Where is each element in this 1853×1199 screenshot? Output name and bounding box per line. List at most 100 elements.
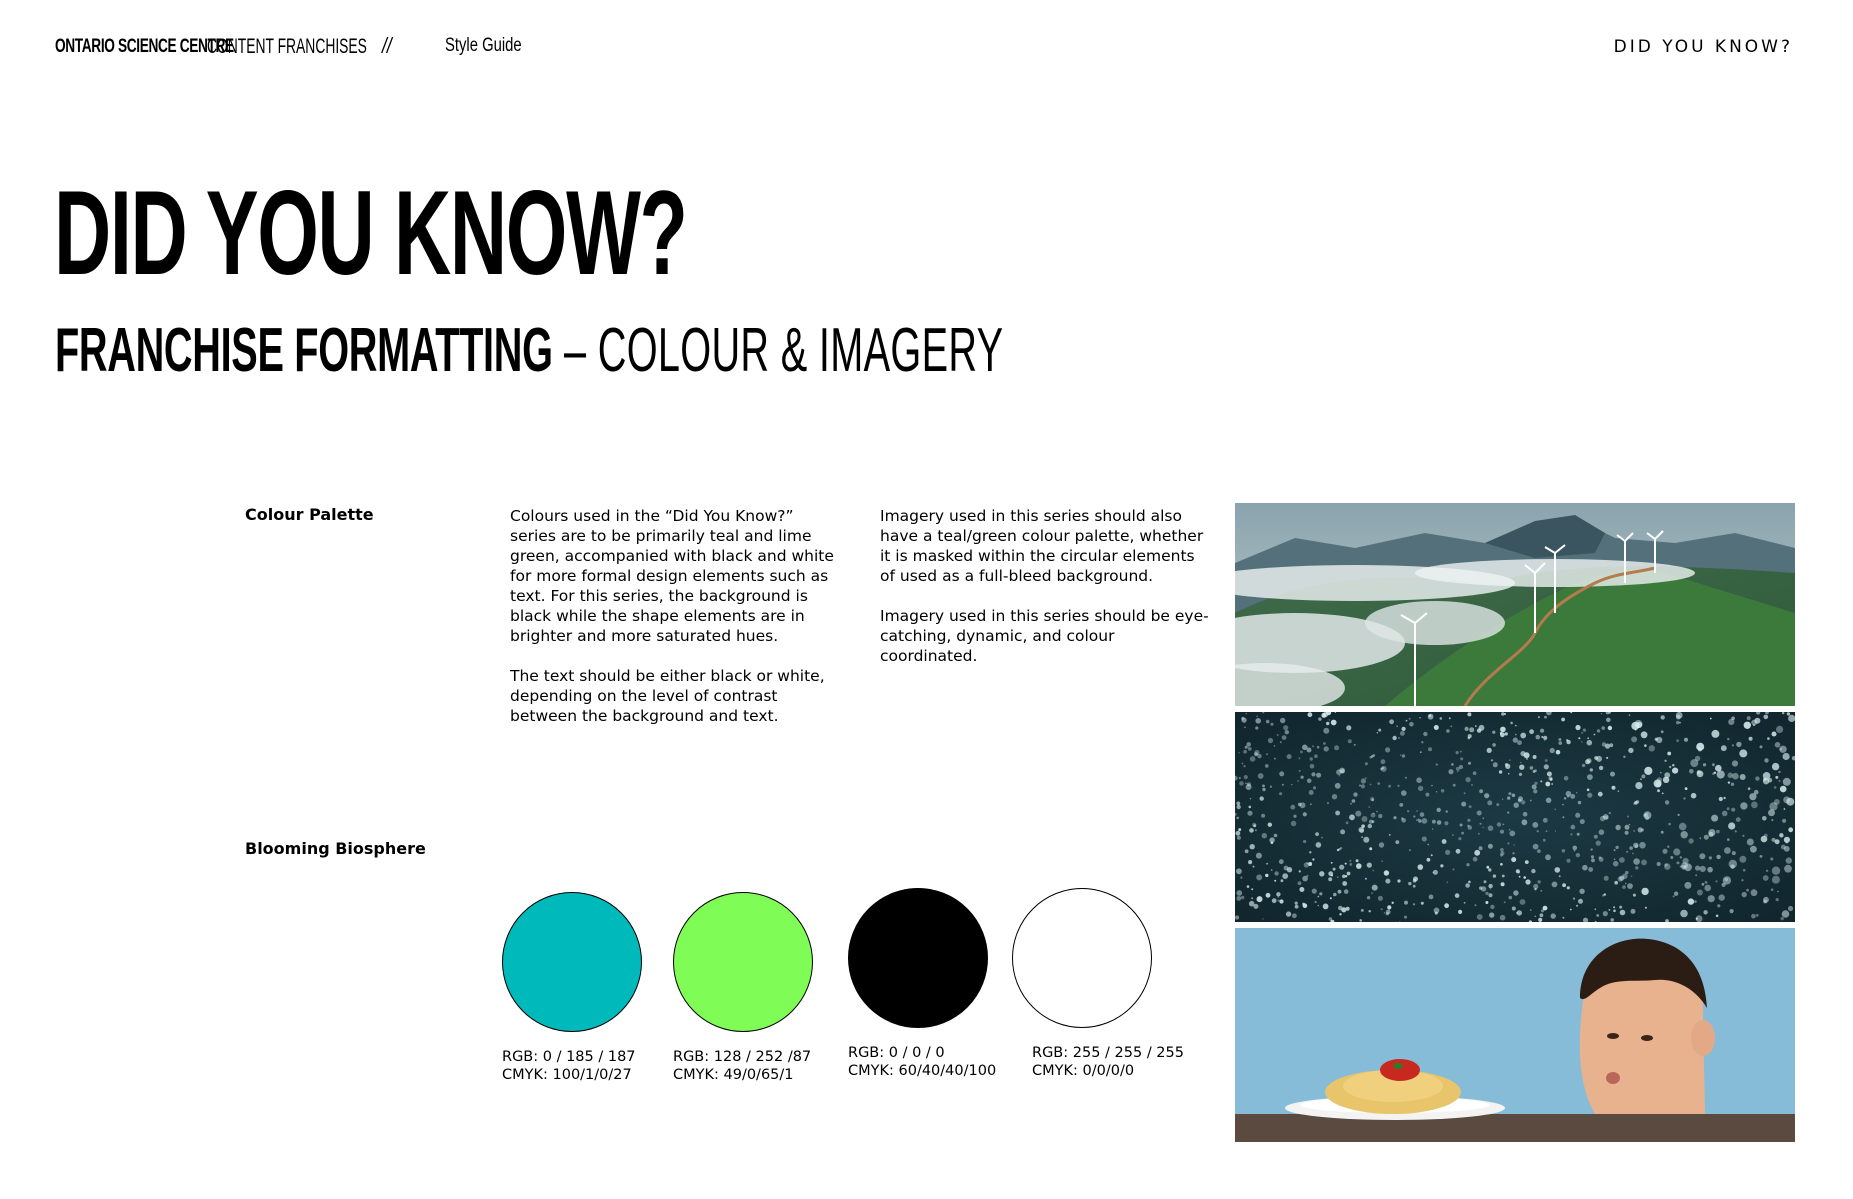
bubble [1350, 802, 1352, 805]
bubble [1492, 762, 1498, 768]
bubble [1606, 756, 1609, 759]
bubble [1347, 739, 1352, 744]
swatch-white-values: RGB: 255 / 255 / 255 CMYK: 0/0/0/0 [1032, 1044, 1184, 1080]
bubble [1330, 861, 1333, 864]
bubble [1742, 868, 1746, 872]
bubble [1780, 844, 1786, 850]
bubble [1630, 908, 1636, 914]
bubble [1562, 803, 1564, 806]
bubble [1471, 784, 1473, 786]
bubble [1696, 889, 1703, 896]
bubble [1708, 829, 1716, 837]
bubble [1256, 715, 1258, 718]
bubble [1627, 815, 1629, 818]
bubble [1746, 888, 1749, 892]
bubble [1630, 875, 1633, 877]
bubble [1337, 889, 1342, 894]
bubble [1673, 891, 1679, 896]
bubble [1715, 764, 1722, 772]
bubble [1606, 717, 1611, 723]
bubble [1378, 813, 1383, 819]
bubble [1265, 719, 1270, 724]
bubble [1771, 875, 1780, 884]
bubble [1297, 802, 1302, 807]
bubble [1563, 776, 1569, 781]
bubble [1529, 909, 1532, 911]
bubble [1635, 782, 1643, 790]
bubble [1433, 907, 1440, 914]
bubble [1269, 785, 1273, 788]
bubble [1371, 892, 1373, 894]
bubble [1612, 860, 1619, 867]
bubble [1746, 838, 1754, 846]
bubble [1431, 828, 1434, 830]
bubble [1558, 741, 1563, 745]
page-title: DID YOU KNOW? [54, 166, 688, 300]
bubble [1484, 793, 1490, 799]
bubble [1644, 906, 1647, 909]
bubble [1576, 832, 1580, 836]
bubble [1520, 751, 1526, 757]
bubble [1608, 909, 1611, 911]
bubble [1626, 850, 1629, 853]
bubble [1598, 856, 1602, 859]
bubble [1785, 857, 1792, 864]
bubble [1563, 797, 1567, 800]
bubble [1615, 824, 1621, 831]
bubble [1273, 745, 1276, 747]
bubble [1312, 858, 1315, 861]
swatch-teal-rgb: RGB: 0 / 185 / 187 [502, 1049, 636, 1065]
bubble [1363, 836, 1370, 843]
bubble [1444, 903, 1449, 909]
bubble [1446, 881, 1448, 883]
bubble [1276, 734, 1279, 736]
bubble [1370, 755, 1374, 758]
bubble [1581, 741, 1583, 743]
bubble [1252, 865, 1255, 868]
bubble [1747, 787, 1751, 790]
bubble [1468, 761, 1471, 765]
bubble [1297, 780, 1299, 782]
bubble [1504, 732, 1508, 736]
bubble [1265, 892, 1271, 898]
bubble [1420, 901, 1424, 905]
bubble [1641, 859, 1647, 866]
bubble [1340, 769, 1345, 774]
bubble [1641, 887, 1649, 896]
bubble [1360, 784, 1365, 789]
bubble [1511, 857, 1517, 863]
bubble [1389, 719, 1394, 725]
bubble [1501, 874, 1505, 878]
bubble [1445, 810, 1448, 813]
bubble [1774, 839, 1780, 845]
bubble [1540, 909, 1545, 913]
bubble [1727, 737, 1730, 741]
bubble [1478, 846, 1483, 851]
bubble [1501, 712, 1505, 716]
bubble [1771, 819, 1774, 821]
bubble [1781, 910, 1790, 918]
bubble [1276, 892, 1281, 897]
bubble [1412, 903, 1416, 906]
bubble [1542, 838, 1546, 842]
bubble [1679, 721, 1681, 724]
bubble [1309, 757, 1313, 761]
bubble [1762, 816, 1767, 821]
bubble [1298, 769, 1301, 772]
bubble [1502, 798, 1504, 800]
bubble [1541, 736, 1544, 738]
bubble [1244, 849, 1249, 854]
bubble [1653, 779, 1662, 788]
bubble [1558, 738, 1562, 741]
bubble [1323, 746, 1329, 752]
bubble [1355, 859, 1359, 863]
bubble [1518, 875, 1521, 878]
bubble [1294, 904, 1299, 909]
bubble [1770, 857, 1774, 861]
bubble [1683, 797, 1686, 800]
bubble [1589, 768, 1593, 772]
bubble [1595, 840, 1601, 846]
bubble [1440, 789, 1445, 793]
bubble [1675, 712, 1683, 719]
bubble [1736, 741, 1742, 748]
